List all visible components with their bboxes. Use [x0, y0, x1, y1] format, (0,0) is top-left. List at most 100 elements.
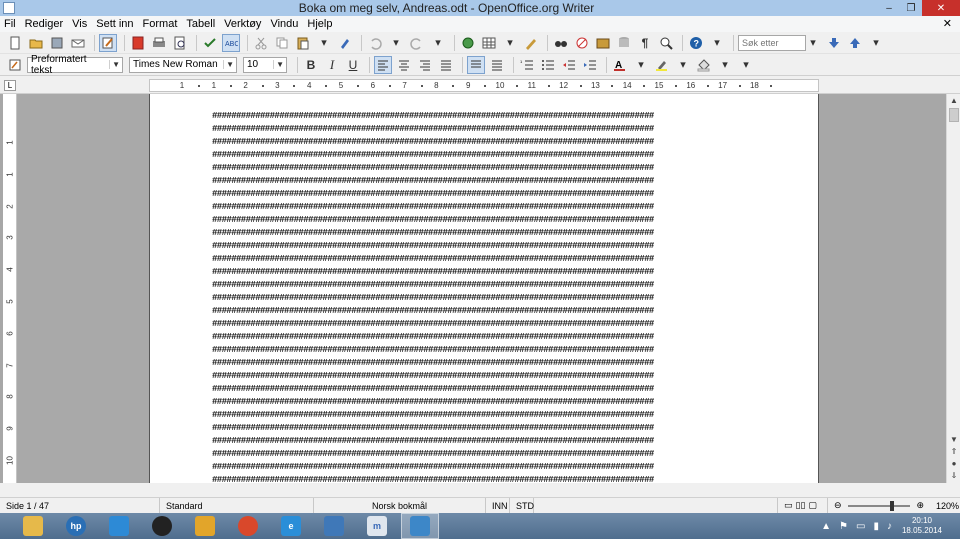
copy-icon[interactable]: [273, 34, 291, 52]
zoom-icon[interactable]: [657, 34, 675, 52]
text-line[interactable]: ########################################…: [212, 474, 754, 483]
redo-icon[interactable]: [408, 34, 426, 52]
text-line[interactable]: ########################################…: [212, 331, 754, 344]
numbering-icon[interactable]: 1: [518, 56, 536, 74]
paste-icon[interactable]: [294, 34, 312, 52]
background-color-dropdown-icon[interactable]: ▾: [716, 56, 734, 74]
text-line[interactable]: ########################################…: [212, 409, 754, 422]
text-line[interactable]: ########################################…: [212, 227, 754, 240]
text-line[interactable]: ########################################…: [212, 253, 754, 266]
text-line[interactable]: ########################################…: [212, 214, 754, 227]
close-button[interactable]: ✕: [922, 0, 960, 16]
align-center-icon[interactable]: [395, 56, 413, 74]
hyperlink-icon[interactable]: [459, 34, 477, 52]
find-input[interactable]: [738, 34, 806, 51]
align-right-icon[interactable]: [416, 56, 434, 74]
tab-stop-selector[interactable]: L: [4, 80, 16, 91]
navigation-icon[interactable]: ●: [948, 458, 960, 470]
text-line[interactable]: ########################################…: [212, 110, 754, 123]
document-text[interactable]: ########################################…: [212, 110, 754, 483]
show-hidden-icons-icon[interactable]: ▲: [821, 521, 831, 532]
undo-icon[interactable]: [366, 34, 384, 52]
text-line[interactable]: ########################################…: [212, 266, 754, 279]
text-left-to-right-icon[interactable]: [467, 55, 485, 74]
menu-format[interactable]: Format: [143, 18, 178, 30]
decrease-indent-icon[interactable]: [560, 56, 578, 74]
bullets-icon[interactable]: [539, 56, 557, 74]
find-toolbar-overflow-icon[interactable]: ▾: [867, 34, 885, 52]
text-line[interactable]: ########################################…: [212, 305, 754, 318]
find-dropdown-icon[interactable]: ▾: [804, 34, 822, 52]
font-color-dropdown-icon[interactable]: ▾: [632, 56, 650, 74]
text-line[interactable]: ########################################…: [212, 448, 754, 461]
text-line[interactable]: ########################################…: [212, 383, 754, 396]
scroll-up-icon[interactable]: ▲: [948, 95, 960, 107]
new-document-icon[interactable]: [6, 34, 24, 52]
draw-functions-icon[interactable]: [522, 34, 540, 52]
table-icon[interactable]: [480, 34, 498, 52]
text-line[interactable]: ########################################…: [212, 149, 754, 162]
open-folder-icon[interactable]: [27, 34, 45, 52]
minimize-button[interactable]: –: [878, 0, 900, 16]
text-line[interactable]: ########################################…: [212, 357, 754, 370]
align-left-icon[interactable]: [374, 55, 392, 74]
taskbar-webcam[interactable]: [143, 513, 181, 539]
text-line[interactable]: ########################################…: [212, 396, 754, 409]
find-previous-icon[interactable]: [846, 34, 864, 52]
menu-view[interactable]: Vis: [72, 18, 87, 30]
menu-insert[interactable]: Sett inn: [96, 18, 133, 30]
styles-formatting-icon[interactable]: [6, 56, 24, 74]
email-icon[interactable]: [69, 34, 87, 52]
autospellcheck-icon[interactable]: ABC: [222, 33, 240, 52]
writer-app-icon[interactable]: [3, 2, 15, 14]
paragraph-style-select[interactable]: Preformatert tekst ▼: [27, 54, 123, 76]
taskbar-hp[interactable]: hp: [57, 513, 95, 539]
text-line[interactable]: ########################################…: [212, 175, 754, 188]
redo-dropdown-icon[interactable]: ▾: [429, 34, 447, 52]
font-name-select[interactable]: Times New Roman ▼: [129, 56, 237, 73]
toolbar-overflow-icon[interactable]: ▾: [708, 34, 726, 52]
vertical-ruler[interactable]: 11234567891011: [3, 94, 17, 483]
text-line[interactable]: ########################################…: [212, 344, 754, 357]
text-line[interactable]: ########################################…: [212, 318, 754, 331]
taskbar-remote[interactable]: [315, 513, 353, 539]
increase-indent-icon[interactable]: [581, 56, 599, 74]
underline-button[interactable]: U: [344, 56, 362, 74]
scrollbar-thumb[interactable]: [949, 108, 959, 122]
text-line[interactable]: ########################################…: [212, 422, 754, 435]
find-next-icon[interactable]: [825, 34, 843, 52]
text-right-to-left-icon[interactable]: [488, 56, 506, 74]
print-preview-icon[interactable]: [171, 34, 189, 52]
next-page-icon[interactable]: ⇓: [948, 470, 960, 482]
action-center-icon[interactable]: ⚑: [839, 521, 848, 532]
menu-edit[interactable]: Rediger: [25, 18, 64, 30]
highlighting-icon[interactable]: [653, 56, 671, 74]
menu-table[interactable]: Tabell: [186, 18, 215, 30]
maximize-button[interactable]: ❐: [900, 0, 922, 16]
text-line[interactable]: ########################################…: [212, 162, 754, 175]
gallery-icon[interactable]: [594, 34, 612, 52]
save-icon[interactable]: [48, 34, 66, 52]
text-line[interactable]: ########################################…: [212, 370, 754, 383]
menu-file[interactable]: Fil: [4, 18, 16, 30]
help-icon[interactable]: ?: [687, 34, 705, 52]
text-line[interactable]: ########################################…: [212, 461, 754, 474]
taskbar-paint[interactable]: [186, 513, 224, 539]
find-replace-icon[interactable]: [552, 34, 570, 52]
scroll-down-icon[interactable]: ▼: [948, 434, 960, 446]
taskbar-chrome[interactable]: [229, 513, 267, 539]
previous-page-icon[interactable]: ⇑: [948, 446, 960, 458]
formatting-toolbar-overflow-icon[interactable]: ▾: [737, 56, 755, 74]
undo-dropdown-icon[interactable]: ▾: [387, 34, 405, 52]
network-icon[interactable]: ▮: [873, 521, 879, 532]
data-sources-icon[interactable]: [615, 34, 633, 52]
italic-button[interactable]: I: [323, 56, 341, 74]
menu-tools[interactable]: Verktøy: [224, 18, 261, 30]
taskbar-mu[interactable]: m: [358, 513, 396, 539]
text-line[interactable]: ########################################…: [212, 123, 754, 136]
volume-icon[interactable]: ♪: [887, 521, 892, 532]
justify-icon[interactable]: [437, 56, 455, 74]
clock[interactable]: 20:10 18.05.2014: [902, 516, 942, 536]
document-page[interactable]: ########################################…: [149, 94, 819, 483]
table-dropdown-icon[interactable]: ▾: [501, 34, 519, 52]
